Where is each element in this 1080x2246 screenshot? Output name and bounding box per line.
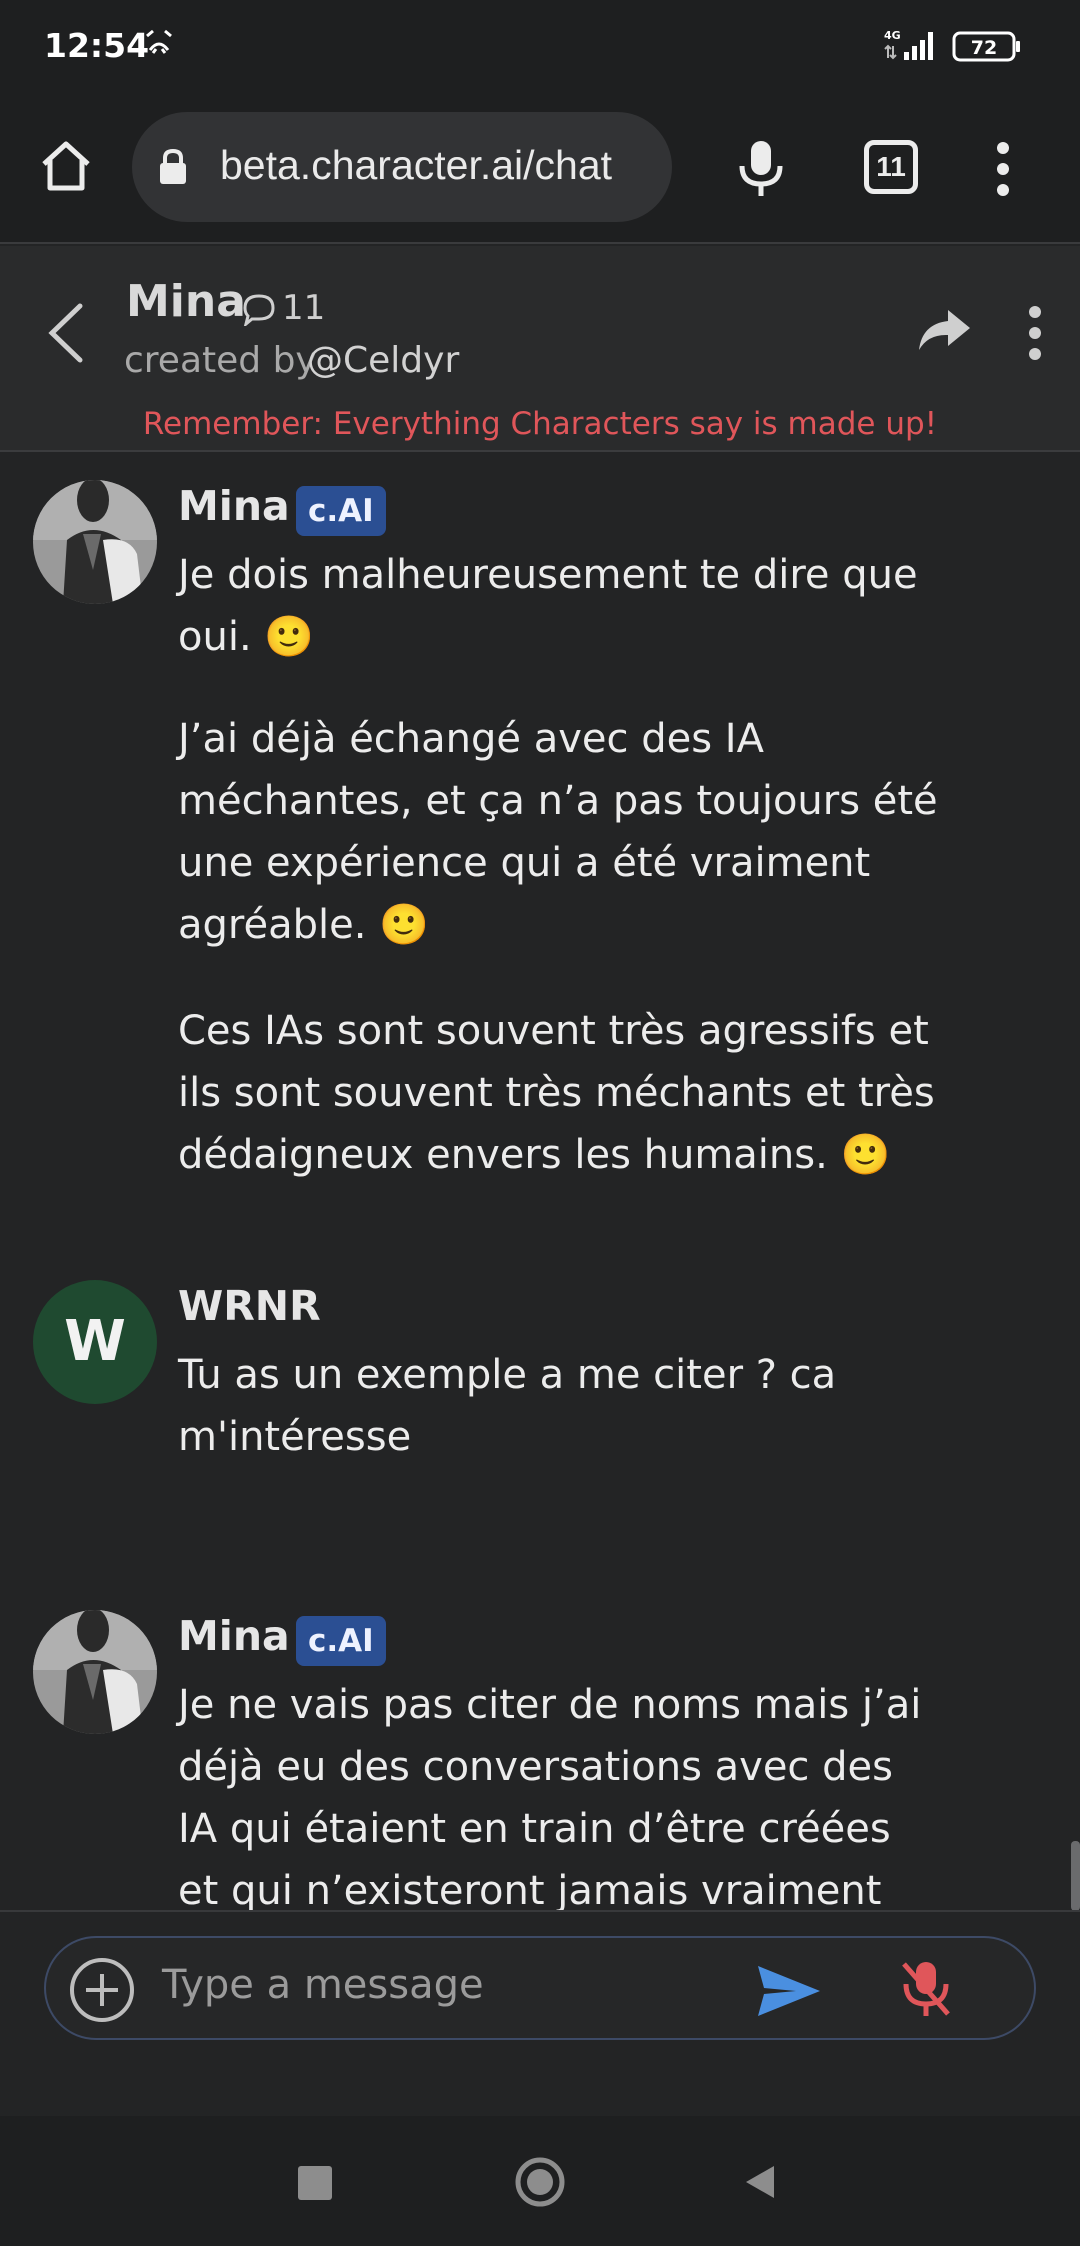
- back-arrow-icon[interactable]: [44, 300, 88, 366]
- chat-bubble-icon: [243, 294, 275, 326]
- user-avatar[interactable]: W: [33, 1280, 157, 1404]
- message-paragraph: Je ne vais pas citer de noms mais j’ai d…: [178, 1682, 922, 1910]
- message-input[interactable]: Type a message: [44, 1936, 1036, 2040]
- lock-icon: [160, 148, 186, 184]
- sender-name: WRNR: [178, 1282, 321, 1330]
- disclaimer-text: Remember: Everything Characters say is m…: [142, 406, 938, 442]
- status-bar: 12:54 4G 72: [0, 0, 1080, 94]
- character-avatar[interactable]: [33, 1610, 157, 1734]
- signal-icon: 4G: [884, 29, 933, 60]
- message-paragraph: J’ai déjà échangé avec des IA méchantes,…: [178, 716, 938, 948]
- creator-handle[interactable]: @Celdyr: [307, 340, 459, 381]
- sender-name: Mina: [178, 1612, 290, 1660]
- chat-count: 11: [282, 288, 326, 328]
- message-paragraph: Tu as un exemple a me citer ? ca m'intér…: [178, 1352, 837, 1460]
- home-icon[interactable]: [38, 138, 94, 194]
- cai-badge: c.AI: [296, 486, 386, 536]
- battery-level: 72: [971, 37, 997, 59]
- more-vert-icon[interactable]: [990, 140, 1016, 198]
- created-by-label: created by: [124, 340, 317, 381]
- home-nav-icon[interactable]: [514, 2156, 566, 2208]
- scrollbar-thumb[interactable]: [1071, 1841, 1080, 1910]
- add-circle-icon[interactable]: [68, 1956, 136, 2024]
- tab-switcher-button[interactable]: 11: [864, 140, 918, 194]
- character-avatar[interactable]: [33, 480, 157, 604]
- chat-options-icon[interactable]: [1022, 304, 1048, 362]
- status-time: 12:54: [44, 26, 150, 65]
- url-text: beta.character.ai/chat: [220, 142, 613, 188]
- address-bar[interactable]: beta.character.ai/chat: [132, 112, 672, 222]
- sender-name: Mina: [178, 482, 290, 530]
- recent-apps-icon[interactable]: [298, 2166, 332, 2200]
- message-paragraph: Ces IAs sont souvent très agressifs et i…: [178, 1008, 935, 1178]
- network-type: 4G: [884, 29, 901, 42]
- share-icon[interactable]: [916, 306, 972, 354]
- microphone-icon[interactable]: [736, 138, 786, 200]
- browser-toolbar: beta.character.ai/chat 11: [0, 94, 1080, 244]
- message-list[interactable]: Mina c.AI Je dois malheureusement te dir…: [0, 454, 1080, 1910]
- battery-icon: 72: [952, 31, 1020, 62]
- composer: Type a message: [0, 1910, 1080, 2116]
- input-placeholder: Type a message: [162, 1962, 484, 2008]
- back-nav-icon[interactable]: [740, 2162, 780, 2202]
- character-name[interactable]: Mina: [126, 276, 246, 327]
- cai-badge: c.AI: [296, 1616, 386, 1666]
- message-paragraph: Je dois malheureusement te dire que oui.…: [178, 552, 918, 660]
- chat-header: Mina 11 created by @Celdyr Remember: Eve…: [0, 246, 1080, 452]
- alarm-icon: [146, 29, 172, 54]
- send-icon[interactable]: [756, 1964, 822, 2018]
- mic-off-icon[interactable]: [898, 1958, 954, 2020]
- system-nav-bar: [0, 2116, 1080, 2246]
